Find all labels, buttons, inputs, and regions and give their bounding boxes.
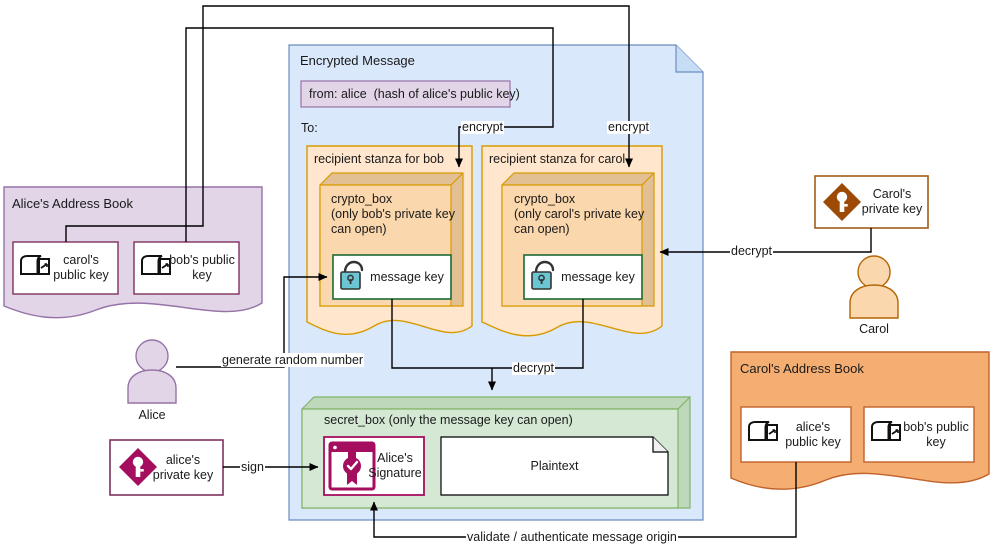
carol-key-alice-label: alice's public key [785,419,841,449]
plaintext-label: Plaintext [530,458,579,473]
mailbox-icon-alicebook-carol [20,255,50,275]
carol-person-icon [849,255,899,319]
stanza-bob-title: recipient stanza for bob [314,152,444,166]
alice-address-book-title: Alice's Address Book [12,196,133,211]
alice-key-carol-label: carol's public key [53,253,109,282]
carol-key-bob-label: bob's public key [903,419,969,449]
alice-person-icon [127,339,177,404]
encrypted-message-title: Encrypted Message [300,53,415,68]
mailbox-icon-carolbook-bob [871,421,901,441]
edge-label-generate-random-number: generate random number [221,353,365,367]
cryptobox-carol-label: crypto_box (only carol's private key can… [514,192,645,236]
mailbox-icon-carolbook-alice [748,421,778,441]
edge-label-decrypt-carol: decrypt [730,244,773,258]
stanza-carol-title: recipient stanza for carol [489,152,626,166]
message-key-carol-label: message key [561,269,635,284]
from-field-text: from: alice (hash of alice's public key) [309,87,520,101]
edge-label-encrypt-bob: encrypt [461,120,504,134]
message-key-bob-label: message key [370,269,444,284]
edge-label-decrypt-secretbox: decrypt [512,361,555,375]
alice-private-key-label: alice's private key [152,452,214,482]
edge-label-encrypt-carol: encrypt [607,120,650,134]
edge-label-validate: validate / authenticate message origin [466,530,678,544]
to-label: To: [301,121,318,135]
alice-name-label: Alice [138,408,166,422]
mailbox-icon-alicebook-bob [141,255,171,275]
cryptobox-bob-label: crypto_box (only bob's private key can o… [331,192,455,236]
signature-label: Alice's Signature [368,451,422,480]
carol-name-label: Carol [859,322,889,336]
diagram-canvas: Encrypted Message from: alice (hash of a… [0,0,993,547]
carol-address-book-title: Carol's Address Book [740,361,864,376]
alice-key-bob-label: bob's public key [169,253,235,282]
carol-private-key-label: Carol's private key [861,187,923,216]
secret-box-title: secret_box (only the message key can ope… [324,413,573,427]
edge-label-sign: sign [240,460,265,474]
